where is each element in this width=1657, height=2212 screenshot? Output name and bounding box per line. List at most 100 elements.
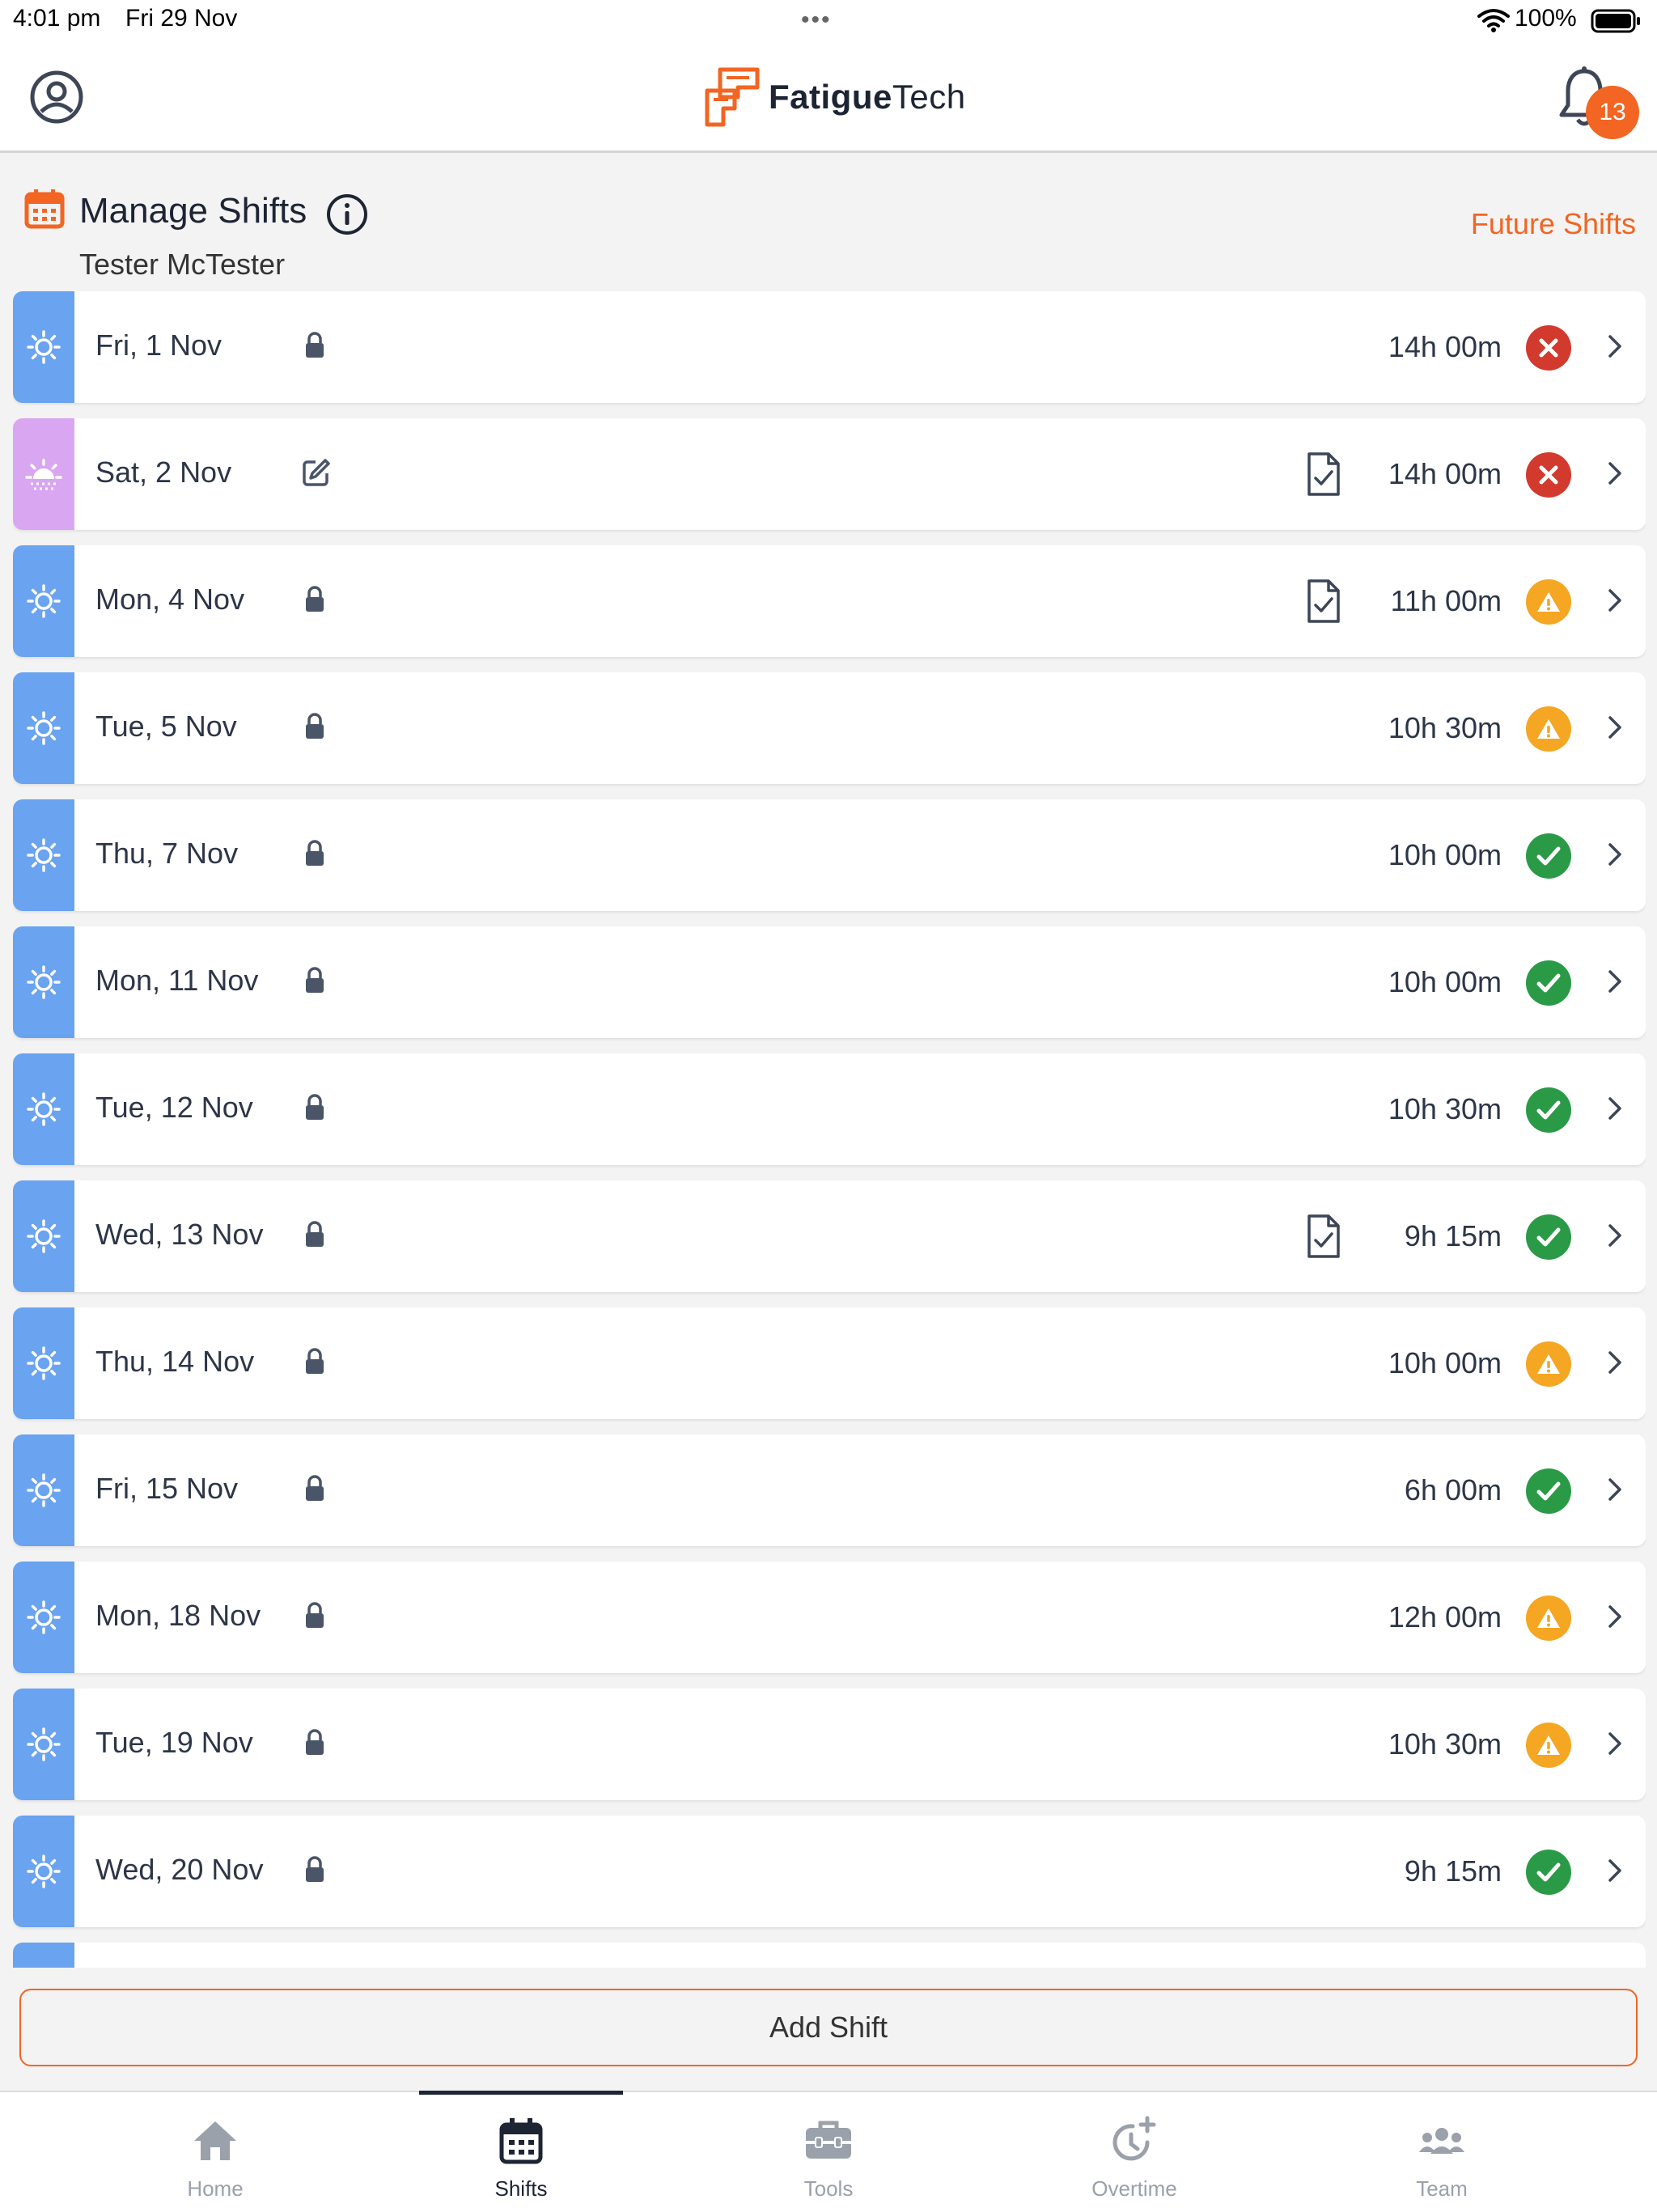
status-time: 4:01 pm: [13, 5, 101, 32]
calendar-icon: [499, 2118, 543, 2164]
sun-icon: [27, 1219, 61, 1253]
tab-shifts[interactable]: Shifts: [400, 2092, 642, 2212]
check-icon: [1526, 1087, 1571, 1133]
brand-name-a: Fatigue: [769, 78, 892, 116]
info-icon[interactable]: [325, 193, 369, 236]
shift-row[interactable]: Thu, 14 Nov 10h 00m: [13, 1307, 1646, 1419]
future-shifts-link[interactable]: Future Shifts: [1471, 207, 1636, 241]
day-shift-badge: [13, 291, 74, 403]
lock-icon: [306, 1348, 324, 1374]
tab-tools[interactable]: Tools: [707, 2092, 950, 2212]
shift-hours: 14h 00m: [1388, 457, 1502, 490]
shift-date: Fri, 15 Nov: [95, 1472, 239, 1505]
document-check-icon[interactable]: [1306, 1213, 1341, 1260]
day-shift-badge: [13, 1434, 74, 1546]
shift-row[interactable]: Wed, 20 Nov 9h 15m: [13, 1816, 1646, 1927]
shift-row[interactable]: Fri, 15 Nov 6h 00m: [13, 1434, 1646, 1546]
shift-date: Sat, 2 Nov: [95, 456, 232, 489]
day-shift-badge: [13, 1943, 74, 1968]
shift-hours: 10h 30m: [1388, 1092, 1502, 1125]
brand-name: FatigueTech: [769, 78, 966, 117]
shift-row[interactable]: Thu, 7 Nov 10h 00m: [13, 799, 1646, 911]
battery-percent: 100%: [1515, 5, 1577, 32]
shift-list[interactable]: Fri, 1 Nov 14h 00m Sat, 2 Nov 14h 00m Mo…: [13, 291, 1646, 1968]
shift-row[interactable]: Mon, 18 Nov 12h 00m: [13, 1562, 1646, 1673]
check-icon: [1526, 1468, 1571, 1514]
chevron-right-icon[interactable]: [1604, 713, 1625, 742]
tab-label-overtime: Overtime: [1091, 2176, 1177, 2201]
shift-date: Mon, 11 Nov: [95, 964, 259, 997]
shift-date: Mon, 4 Nov: [95, 583, 245, 616]
shift-hours: 10h 30m: [1388, 711, 1502, 744]
chevron-right-icon[interactable]: [1604, 1729, 1625, 1758]
shift-row[interactable]: Mon, 11 Nov 10h 00m: [13, 926, 1646, 1038]
shift-date: Thu, 7 Nov: [95, 837, 239, 870]
tab-home[interactable]: Home: [94, 2092, 337, 2212]
shift-hours: 10h 00m: [1388, 838, 1502, 871]
chevron-right-icon[interactable]: [1604, 1475, 1625, 1504]
shift-date: Tue, 19 Nov: [95, 1726, 253, 1759]
day-shift-badge: [13, 1053, 74, 1165]
wifi-icon: [1477, 9, 1510, 32]
lock-icon: [306, 1094, 324, 1120]
shift-row[interactable]: [13, 1943, 1646, 1968]
lock-icon: [306, 713, 324, 739]
shift-hours: 12h 00m: [1388, 1600, 1502, 1634]
document-check-icon[interactable]: [1306, 451, 1341, 498]
brand-name-b: Tech: [892, 78, 966, 116]
shift-hours: 10h 00m: [1388, 965, 1502, 998]
profile-icon[interactable]: [29, 70, 84, 125]
battery-icon: [1591, 9, 1640, 33]
notification-badge[interactable]: 13: [1586, 86, 1639, 139]
multitask-dots-icon[interactable]: •••: [801, 6, 832, 34]
chevron-right-icon[interactable]: [1604, 1348, 1625, 1377]
lock-icon: [306, 1602, 324, 1628]
lock-icon: [306, 1221, 324, 1247]
check-icon: [1526, 1214, 1571, 1260]
day-shift-badge: [13, 799, 74, 911]
shift-row[interactable]: Wed, 13 Nov 9h 15m: [13, 1180, 1646, 1292]
lock-icon: [306, 1729, 324, 1755]
shift-date: Wed, 20 Nov: [95, 1853, 264, 1886]
document-check-icon[interactable]: [1306, 578, 1341, 625]
lock-icon: [306, 1856, 324, 1882]
tab-overtime[interactable]: Overtime: [1013, 2092, 1256, 2212]
chevron-right-icon[interactable]: [1604, 1221, 1625, 1250]
active-tab-indicator: [419, 2091, 623, 2095]
sun-icon: [27, 838, 61, 872]
shift-date: Mon, 18 Nov: [95, 1599, 261, 1632]
shift-row[interactable]: Tue, 19 Nov 10h 30m: [13, 1689, 1646, 1800]
check-icon: [1526, 960, 1571, 1006]
status-bar: 4:01 pm Fri 29 Nov ••• 100%: [0, 0, 1657, 42]
shift-hours: 14h 00m: [1388, 330, 1502, 363]
chevron-right-icon[interactable]: [1604, 967, 1625, 996]
shift-date: Fri, 1 Nov: [95, 328, 222, 362]
shift-hours: 9h 15m: [1404, 1854, 1502, 1888]
sunset-icon: [25, 459, 62, 490]
chevron-right-icon[interactable]: [1604, 1856, 1625, 1885]
chevron-right-icon[interactable]: [1604, 1602, 1625, 1631]
chevron-right-icon[interactable]: [1604, 840, 1625, 869]
page-title: Manage Shifts: [79, 191, 307, 231]
add-shift-button[interactable]: Add Shift: [19, 1989, 1638, 2066]
sun-icon: [27, 1346, 61, 1380]
home-icon: [194, 2121, 236, 2160]
sun-icon: [27, 965, 61, 999]
shift-row[interactable]: Fri, 1 Nov 14h 00m: [13, 291, 1646, 403]
chevron-right-icon[interactable]: [1604, 332, 1625, 361]
shift-row[interactable]: Mon, 4 Nov 11h 00m: [13, 545, 1646, 657]
chevron-right-icon[interactable]: [1604, 1094, 1625, 1123]
day-shift-badge: [13, 545, 74, 657]
chevron-right-icon[interactable]: [1604, 586, 1625, 615]
sun-icon: [27, 1727, 61, 1761]
edit-icon[interactable]: [301, 457, 332, 488]
day-shift-badge: [13, 926, 74, 1038]
brand-logo: FatigueTech: [702, 63, 966, 131]
shift-row[interactable]: Tue, 5 Nov 10h 30m: [13, 672, 1646, 784]
shift-row[interactable]: Tue, 12 Nov 10h 30m: [13, 1053, 1646, 1165]
shift-row[interactable]: Sat, 2 Nov 14h 00m: [13, 418, 1646, 530]
calendar-icon: [24, 189, 65, 229]
tab-team[interactable]: Team: [1320, 2092, 1563, 2212]
chevron-right-icon[interactable]: [1604, 459, 1625, 488]
shift-date: Wed, 13 Nov: [95, 1218, 264, 1251]
